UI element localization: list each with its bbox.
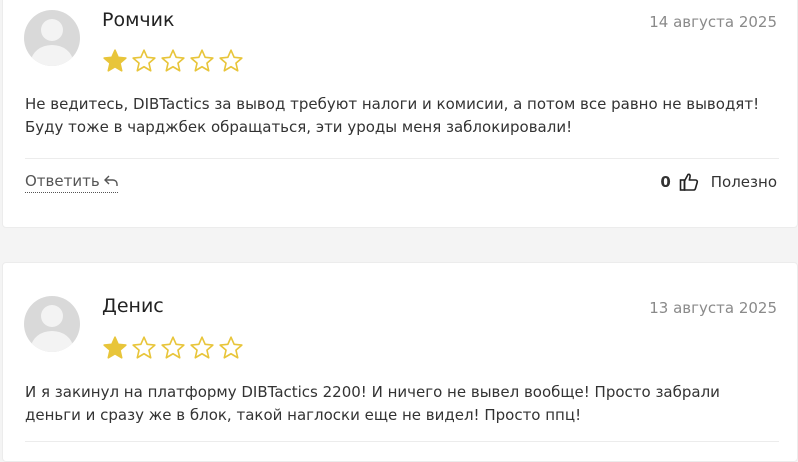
review-text-line: деньги и сразу же в блок, такой наглоски… bbox=[25, 406, 582, 424]
review-author: Ромчик bbox=[102, 9, 175, 31]
like-count: 0 bbox=[660, 173, 671, 191]
star-empty-icon bbox=[219, 336, 243, 359]
star-empty-icon bbox=[190, 336, 214, 359]
review-text-line: И я закинул на платформу DIBTactics 2200… bbox=[25, 383, 720, 401]
review-text-line: Буду тоже в чарджбек обращаться, эти уро… bbox=[25, 118, 573, 136]
useful-button[interactable]: Полезно bbox=[711, 173, 777, 191]
review-date: 14 августа 2025 bbox=[649, 13, 777, 31]
star-empty-icon bbox=[161, 49, 185, 72]
thumbs-up-icon[interactable] bbox=[679, 172, 699, 192]
review-author: Денис bbox=[102, 295, 164, 317]
star-empty-icon bbox=[190, 49, 214, 72]
reply-arrow-icon bbox=[103, 175, 118, 186]
star-filled-icon bbox=[103, 336, 127, 359]
star-empty-icon bbox=[132, 49, 156, 72]
review-text: И я закинул на платформу DIBTactics 2200… bbox=[25, 381, 775, 427]
avatar-body bbox=[31, 331, 73, 352]
reply-button[interactable]: Ответить bbox=[25, 172, 118, 193]
review-card: Денис 13 августа 2025 И я закинул на пла… bbox=[2, 262, 798, 462]
avatar-head bbox=[41, 305, 63, 327]
review-text: Не ведитесь, DIBTactics за вывод требуют… bbox=[25, 93, 775, 139]
avatar bbox=[24, 10, 80, 66]
star-empty-icon bbox=[132, 336, 156, 359]
review-date: 13 августа 2025 bbox=[649, 299, 777, 317]
star-empty-icon bbox=[219, 49, 243, 72]
avatar-body bbox=[31, 45, 73, 66]
review-text-line: Не ведитесь, DIBTactics за вывод требуют… bbox=[25, 95, 760, 113]
review-card: Ромчик 14 августа 2025 Не ведитесь, DIBT… bbox=[2, 0, 798, 228]
rating-stars bbox=[102, 48, 244, 74]
rating-stars bbox=[102, 335, 244, 361]
star-empty-icon bbox=[161, 336, 185, 359]
divider bbox=[25, 158, 779, 159]
star-filled-icon bbox=[103, 49, 127, 72]
reply-label: Ответить bbox=[25, 172, 100, 190]
avatar bbox=[24, 296, 80, 352]
avatar-head bbox=[41, 19, 63, 41]
vote-area: 0 Полезно bbox=[660, 172, 777, 192]
